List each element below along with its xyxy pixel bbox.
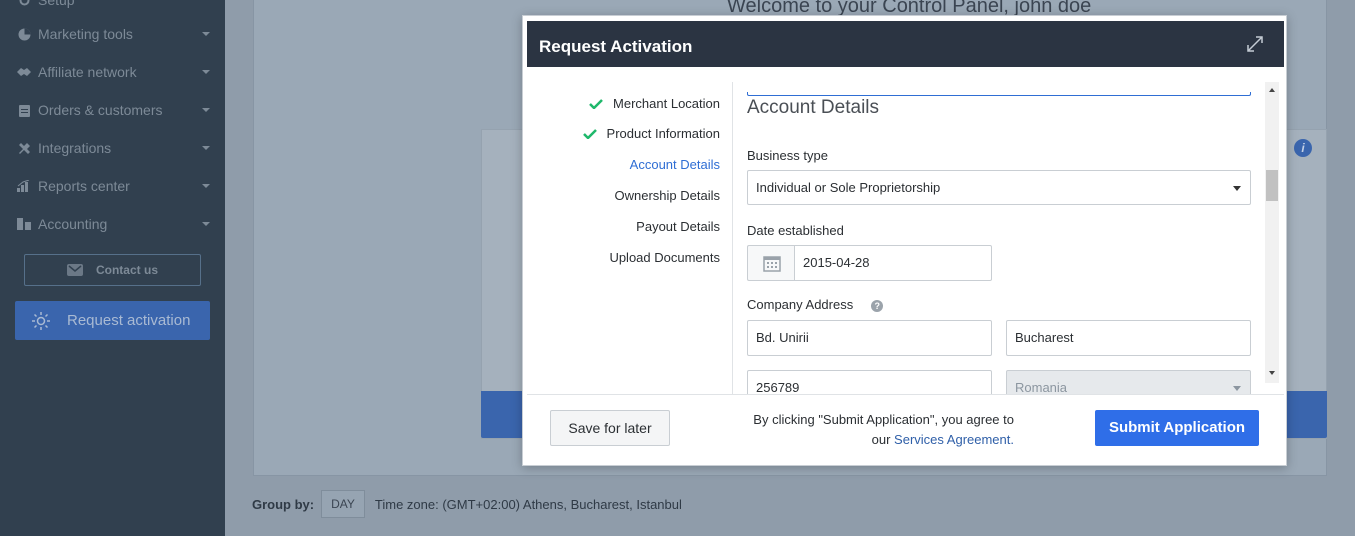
save-for-later-button[interactable]: Save for later: [550, 410, 670, 446]
request-activation-label: Request activation: [67, 312, 191, 329]
sidebar-item-label: Orders & customers: [38, 102, 163, 118]
step-ownership-details[interactable]: Ownership Details: [615, 188, 721, 203]
chevron-down-icon: [1233, 186, 1241, 191]
calendar-button[interactable]: [747, 245, 795, 281]
submit-application-button[interactable]: Submit Application: [1095, 410, 1259, 446]
sidebar-item-reports-center[interactable]: Reports center: [0, 167, 225, 205]
step-label: Product Information: [606, 126, 720, 141]
setup-icon: [17, 0, 31, 7]
chevron-down-icon: [202, 108, 210, 112]
pie-chart-icon: [17, 27, 31, 41]
date-established-value: 2015-04-28: [803, 255, 870, 270]
company-address-text: Company Address: [747, 297, 854, 312]
sidebar-item-affiliate-network[interactable]: Affiliate network: [0, 53, 225, 91]
request-activation-modal: Request Activation Merchant Location Pro…: [522, 15, 1287, 466]
date-established-label: Date established: [747, 223, 844, 238]
step-label: Upload Documents: [609, 250, 720, 265]
form-scrollbar[interactable]: [1265, 82, 1279, 383]
scroll-thumb[interactable]: [1266, 170, 1278, 201]
info-icon[interactable]: i: [1294, 139, 1312, 157]
step-label: Account Details: [629, 157, 720, 172]
bar-chart-icon: [17, 179, 31, 193]
country-value: Romania: [1015, 380, 1068, 394]
account-details-form: Account Details Business type Individual…: [733, 82, 1265, 394]
company-address-label: Company Address?: [747, 297, 884, 312]
postal-code-value: 256789: [756, 380, 800, 394]
step-payout-details[interactable]: Payout Details: [636, 219, 720, 234]
clipboard-icon: [17, 103, 31, 117]
sidebar-item-accounting[interactable]: Accounting: [0, 205, 225, 243]
wizard-steps: Merchant Location Product Information Ac…: [527, 82, 733, 392]
group-by-label: Group by:: [252, 496, 315, 512]
chevron-down-icon: [202, 70, 210, 74]
agreement-prefix: our: [871, 432, 891, 447]
request-activation-button[interactable]: Request activation: [15, 301, 210, 340]
step-account-details[interactable]: Account Details: [630, 157, 720, 172]
sidebar-item-orders-customers[interactable]: Orders & customers: [0, 91, 225, 129]
sidebar-item-label: Setup: [38, 0, 75, 8]
city-value: Bucharest: [1015, 330, 1074, 345]
sun-icon: [31, 311, 51, 331]
contact-us-label: Contact us: [95, 263, 158, 277]
city-input[interactable]: Bucharest: [1006, 320, 1251, 356]
calendar-icon: [762, 255, 781, 272]
agreement-link-line: our Services Agreement.: [714, 430, 1014, 450]
group-by-day-button[interactable]: DAY: [321, 490, 365, 518]
plug-icon: [17, 141, 31, 155]
agreement-line: By clicking "Submit Application", you ag…: [753, 412, 1014, 427]
chevron-down-icon: [202, 32, 210, 36]
handshake-icon: [17, 65, 31, 79]
street-value: Bd. Unirii: [756, 330, 809, 345]
step-merchant-location[interactable]: Merchant Location: [589, 96, 720, 111]
services-agreement-link[interactable]: Services Agreement.: [894, 432, 1014, 447]
expand-icon[interactable]: [1246, 35, 1264, 53]
country-select: Romania: [1006, 370, 1251, 394]
sidebar-item-marketing-tools[interactable]: Marketing tools: [0, 15, 225, 53]
step-label: Merchant Location: [613, 96, 720, 111]
modal-footer: Save for later By clicking "Submit Appli…: [527, 394, 1284, 463]
business-type-value: Individual or Sole Proprietorship: [756, 180, 941, 195]
previous-field-edge: [747, 92, 1251, 96]
check-icon: [589, 98, 603, 109]
sidebar-item-label: Accounting: [38, 216, 108, 232]
check-icon: [582, 128, 597, 139]
mail-icon: [66, 264, 83, 276]
date-established-input[interactable]: 2015-04-28: [794, 245, 992, 281]
section-title: Account Details: [747, 97, 880, 118]
chevron-down-icon: [202, 146, 210, 150]
contact-us-button[interactable]: Contact us: [24, 254, 201, 286]
sidebar: Setup Marketing tools Affiliate network …: [0, 0, 225, 536]
ledger-icon: [17, 217, 31, 231]
sidebar-item-label: Marketing tools: [38, 26, 133, 42]
postal-code-input[interactable]: 256789: [747, 370, 992, 394]
sidebar-item-label: Reports center: [38, 178, 130, 194]
group-by-bar: Group by: DAY Time zone: (GMT+02:00) Ath…: [252, 490, 682, 518]
scroll-up-arrow-icon[interactable]: [1269, 88, 1275, 92]
sidebar-item-label: Integrations: [38, 140, 112, 156]
business-type-label: Business type: [747, 148, 828, 163]
street-input[interactable]: Bd. Unirii: [747, 320, 992, 356]
scroll-down-arrow-icon[interactable]: [1269, 371, 1275, 375]
step-label: Payout Details: [636, 219, 720, 234]
step-label: Ownership Details: [614, 188, 721, 203]
chevron-down-icon: [202, 222, 210, 226]
chevron-down-icon: [202, 184, 210, 188]
business-type-select[interactable]: Individual or Sole Proprietorship: [747, 170, 1251, 205]
timezone-text: Time zone: (GMT+02:00) Athens, Bucharest…: [374, 496, 682, 512]
sidebar-item-label: Affiliate network: [38, 64, 137, 80]
modal-title: Request Activation: [539, 37, 693, 56]
step-upload-documents[interactable]: Upload Documents: [609, 250, 720, 265]
chevron-down-icon: [1233, 386, 1241, 391]
sidebar-item-integrations[interactable]: Integrations: [0, 129, 225, 167]
help-icon[interactable]: ?: [871, 300, 884, 312]
agreement-text: By clicking "Submit Application", you ag…: [714, 410, 1014, 450]
modal-header: Request Activation: [527, 21, 1284, 67]
step-product-information[interactable]: Product Information: [582, 126, 720, 141]
